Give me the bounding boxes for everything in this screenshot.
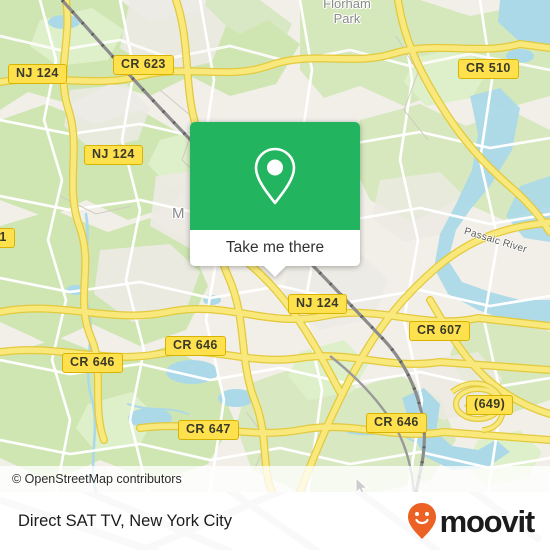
map-attribution-bar: © OpenStreetMap contributors (0, 466, 550, 492)
take-me-there-label: Take me there (225, 239, 325, 256)
footer-bar: Direct SAT TV, New York City moovit (0, 492, 550, 550)
map-pin-icon (254, 147, 296, 205)
shield-cr-646-s[interactable]: CR 646 (366, 413, 427, 433)
popup-header (190, 122, 360, 230)
shield-cr-501-clip[interactable]: 01 (0, 228, 15, 248)
shield-nj-124-c[interactable]: NJ 124 (288, 294, 347, 314)
map-canvas[interactable]: Florham Park M Passaic River NJ 124 CR 62… (0, 0, 550, 492)
shield-cr-623[interactable]: CR 623 (113, 55, 174, 75)
moovit-logo[interactable]: moovit (406, 492, 536, 550)
page-title: Direct SAT TV, New York City (18, 492, 232, 550)
shield-cr-649[interactable]: (649) (466, 395, 514, 415)
shield-cr-510[interactable]: CR 510 (458, 59, 519, 79)
shield-nj-124-w[interactable]: NJ 124 (84, 145, 143, 165)
take-me-there-button[interactable]: Take me there (190, 230, 360, 266)
shield-cr-646-c[interactable]: CR 646 (165, 336, 226, 356)
location-popup[interactable]: Take me there (190, 122, 360, 277)
moovit-map-screenshot: Florham Park M Passaic River NJ 124 CR 62… (0, 0, 550, 550)
attribution-text[interactable]: © OpenStreetMap contributors (0, 472, 182, 486)
moovit-pin-icon (407, 503, 436, 539)
shield-nj-124-nw[interactable]: NJ 124 (8, 64, 67, 84)
popup-tail (264, 266, 286, 277)
shield-cr-607[interactable]: CR 607 (409, 321, 470, 341)
moovit-wordmark: moovit (439, 503, 536, 539)
shield-cr-647[interactable]: CR 647 (178, 420, 239, 440)
footer-title-text: Direct SAT TV, New York City (18, 511, 232, 530)
shield-cr-646-w[interactable]: CR 646 (62, 353, 123, 373)
